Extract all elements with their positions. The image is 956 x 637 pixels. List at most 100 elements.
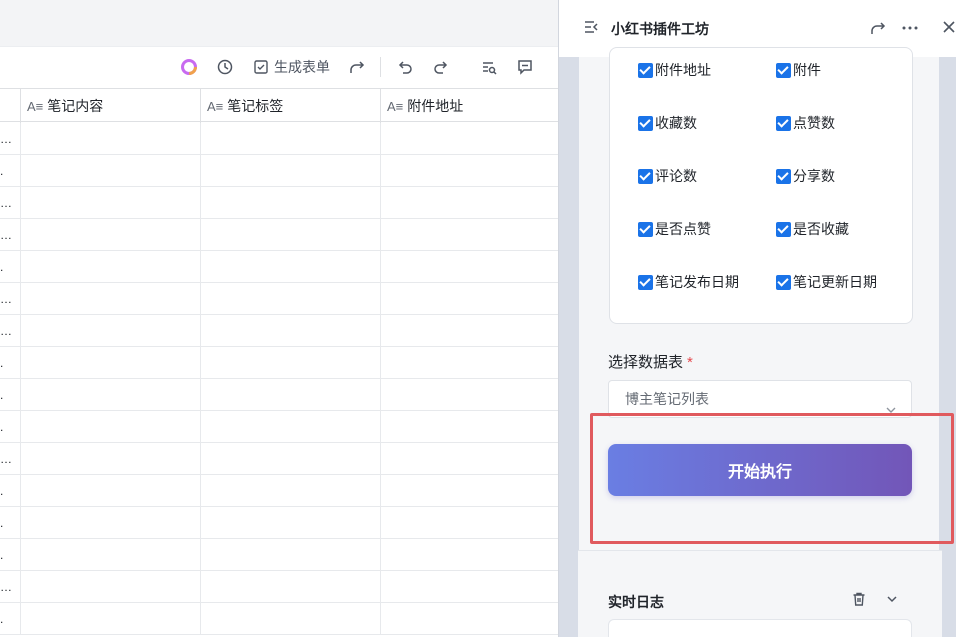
start-run-button[interactable]: 开始执行 bbox=[608, 444, 912, 496]
table-cell[interactable] bbox=[201, 251, 381, 283]
table-cell[interactable] bbox=[0, 123, 21, 155]
table-cell[interactable] bbox=[0, 347, 21, 379]
checkbox-checked-icon[interactable] bbox=[776, 274, 791, 290]
table-row[interactable]: … bbox=[0, 443, 558, 475]
table-cell[interactable] bbox=[21, 507, 201, 539]
table-cell[interactable] bbox=[381, 283, 558, 315]
table-cell[interactable] bbox=[21, 443, 201, 475]
table-row[interactable]: . bbox=[0, 475, 558, 507]
checkbox-checked-icon[interactable] bbox=[776, 62, 791, 78]
checkbox-checked-icon[interactable] bbox=[776, 221, 791, 237]
more-icon[interactable] bbox=[901, 19, 919, 42]
table-cell[interactable] bbox=[21, 347, 201, 379]
history-icon[interactable] bbox=[216, 57, 234, 77]
table-cell[interactable] bbox=[381, 571, 558, 603]
table-row[interactable]: … bbox=[0, 123, 558, 155]
table-cell[interactable] bbox=[0, 379, 21, 411]
checkbox-checked-icon[interactable] bbox=[638, 115, 653, 131]
table-row[interactable]: . bbox=[0, 603, 558, 635]
table-cell[interactable] bbox=[201, 155, 381, 187]
table-cell[interactable] bbox=[201, 123, 381, 155]
table-cell[interactable] bbox=[0, 571, 21, 603]
field-checkbox[interactable]: 笔记更新日期 bbox=[776, 273, 877, 291]
field-checkbox[interactable]: 附件 bbox=[776, 61, 821, 79]
table-cell[interactable] bbox=[381, 123, 558, 155]
table-cell[interactable] bbox=[381, 251, 558, 283]
checkbox-checked-icon[interactable] bbox=[638, 168, 653, 184]
field-checkbox[interactable]: 是否点赞 bbox=[638, 220, 711, 238]
table-row[interactable]: . bbox=[0, 539, 558, 571]
table-cell[interactable] bbox=[201, 315, 381, 347]
table-cell[interactable] bbox=[381, 443, 558, 475]
table-cell[interactable] bbox=[21, 603, 201, 635]
table-cell[interactable] bbox=[381, 539, 558, 571]
field-checkbox[interactable]: 点赞数 bbox=[776, 114, 835, 132]
field-checkbox[interactable]: 是否收藏 bbox=[776, 220, 849, 238]
checkbox-checked-icon[interactable] bbox=[776, 115, 791, 131]
table-cell[interactable] bbox=[381, 379, 558, 411]
table-cell[interactable] bbox=[381, 315, 558, 347]
table-cell[interactable] bbox=[381, 603, 558, 635]
table-cell[interactable] bbox=[21, 315, 201, 347]
field-checkbox[interactable]: 收藏数 bbox=[638, 114, 697, 132]
collapse-panel-icon[interactable] bbox=[583, 19, 599, 40]
table-cell[interactable] bbox=[0, 219, 21, 251]
checkbox-checked-icon[interactable] bbox=[638, 274, 653, 290]
table-cell[interactable] bbox=[21, 539, 201, 571]
table-cell[interactable] bbox=[201, 411, 381, 443]
share-icon[interactable] bbox=[348, 57, 366, 77]
table-cell[interactable] bbox=[381, 219, 558, 251]
search-replace-icon[interactable] bbox=[480, 57, 498, 77]
table-cell[interactable] bbox=[21, 123, 201, 155]
table-cell[interactable] bbox=[0, 315, 21, 347]
table-cell[interactable] bbox=[201, 187, 381, 219]
table-cell[interactable] bbox=[381, 347, 558, 379]
table-row[interactable]: … bbox=[0, 219, 558, 251]
field-checkbox[interactable]: 分享数 bbox=[776, 167, 835, 185]
table-cell[interactable] bbox=[0, 251, 21, 283]
table-cell[interactable] bbox=[381, 507, 558, 539]
table-row[interactable]: . bbox=[0, 155, 558, 187]
generate-form-button[interactable]: 生成表单 bbox=[253, 57, 330, 77]
table-cell[interactable] bbox=[201, 603, 381, 635]
table-cell[interactable] bbox=[21, 251, 201, 283]
table-select[interactable]: 博主笔记列表 bbox=[608, 380, 912, 418]
table-cell[interactable] bbox=[21, 283, 201, 315]
table-cell[interactable] bbox=[201, 507, 381, 539]
column-header[interactable]: A≡ 笔记内容 bbox=[21, 89, 201, 123]
table-cell[interactable] bbox=[21, 411, 201, 443]
table-row[interactable]: . bbox=[0, 507, 558, 539]
table-cell[interactable] bbox=[21, 475, 201, 507]
table-cell[interactable] bbox=[0, 603, 21, 635]
table-row[interactable]: . bbox=[0, 411, 558, 443]
table-cell[interactable] bbox=[381, 411, 558, 443]
table-cell[interactable] bbox=[381, 155, 558, 187]
redo-icon[interactable] bbox=[432, 57, 450, 77]
close-icon[interactable] bbox=[941, 19, 956, 40]
ai-assistant-icon[interactable] bbox=[180, 57, 198, 77]
table-cell[interactable] bbox=[381, 475, 558, 507]
table-cell[interactable] bbox=[201, 347, 381, 379]
table-cell[interactable] bbox=[201, 539, 381, 571]
column-header[interactable]: A≡ 笔记标签 bbox=[201, 89, 381, 123]
table-cell[interactable] bbox=[0, 539, 21, 571]
table-cell[interactable] bbox=[201, 283, 381, 315]
table-cell[interactable] bbox=[0, 283, 21, 315]
checkbox-checked-icon[interactable] bbox=[638, 62, 653, 78]
table-cell[interactable] bbox=[201, 219, 381, 251]
checkbox-checked-icon[interactable] bbox=[776, 168, 791, 184]
table-cell[interactable] bbox=[201, 475, 381, 507]
table-cell[interactable] bbox=[0, 443, 21, 475]
undo-icon[interactable] bbox=[396, 57, 414, 77]
comment-icon[interactable] bbox=[516, 57, 534, 77]
table-row[interactable]: . bbox=[0, 379, 558, 411]
trash-icon[interactable] bbox=[851, 591, 867, 612]
table-cell[interactable] bbox=[0, 507, 21, 539]
table-cell[interactable] bbox=[0, 475, 21, 507]
table-row[interactable]: … bbox=[0, 315, 558, 347]
table-row[interactable]: . bbox=[0, 251, 558, 283]
table-cell[interactable] bbox=[21, 219, 201, 251]
table-cell[interactable] bbox=[21, 571, 201, 603]
table-cell[interactable] bbox=[201, 379, 381, 411]
table-row[interactable]: … bbox=[0, 187, 558, 219]
